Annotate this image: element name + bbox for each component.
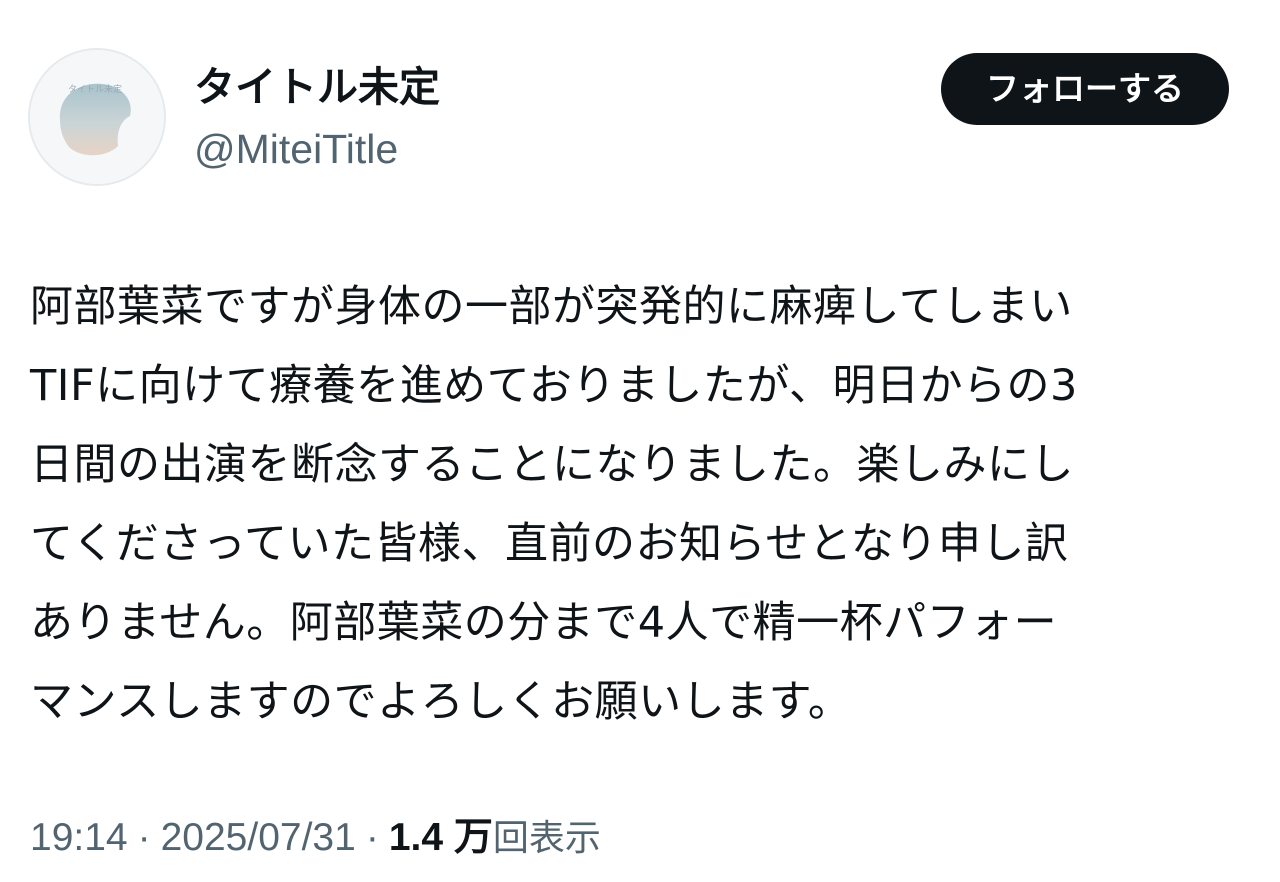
tweet-date: 2025/07/31 [160,816,356,859]
tweet-text-line: ありません。阿部葉菜の分まで4人で精一杯パフォー [30,598,1058,648]
tweet-text-line: 阿部葉菜ですが身体の一部が突発的に麻痺してしまい [30,282,1073,332]
views-link[interactable]: 1.4 万回表示 [389,816,601,859]
author-handle[interactable]: @MiteiTitle [194,120,440,178]
meta-separator: · [365,816,379,859]
tweet-metadata: 19:14 · 2025/07/31 · 1.4 万回表示 [30,810,601,866]
tweet-text-line: マンスしますのでよろしくお願いします。 [30,677,852,727]
tweet-text-line: 日間の出演を断念することになりました。楽しみにし [30,440,1074,490]
follow-button[interactable]: フォローする [941,53,1229,125]
tweet-text-line: てくださっていた皆様、直前のお知らせとなり申し訳 [30,519,1069,569]
tweet-header: タイトル未定 タイトル未定 @MiteiTitle フォローする [0,0,1280,200]
avatar-logo-text: タイトル未定 [68,83,122,95]
author-display-name[interactable]: タイトル未定 [194,58,440,116]
tweet-text: 阿部葉菜ですが身体の一部が突発的に麻痺してしまい TIFに向けて療養を進めており… [30,268,1250,742]
views-count: 1.4 万 [388,816,493,859]
tweet-text-line: TIFに向けて療養を進めておりましたが、明日からの3 [30,361,1078,411]
avatar-image: タイトル未定 [30,50,164,184]
tweet-time-link[interactable]: 19:14 · 2025/07/31 [30,816,356,859]
avatar[interactable]: タイトル未定 [28,48,166,186]
meta-separator: · [137,816,151,859]
tweet-time: 19:14 [30,816,128,859]
views-label: 回表示 [492,818,601,859]
author-info: タイトル未定 @MiteiTitle [194,58,440,178]
